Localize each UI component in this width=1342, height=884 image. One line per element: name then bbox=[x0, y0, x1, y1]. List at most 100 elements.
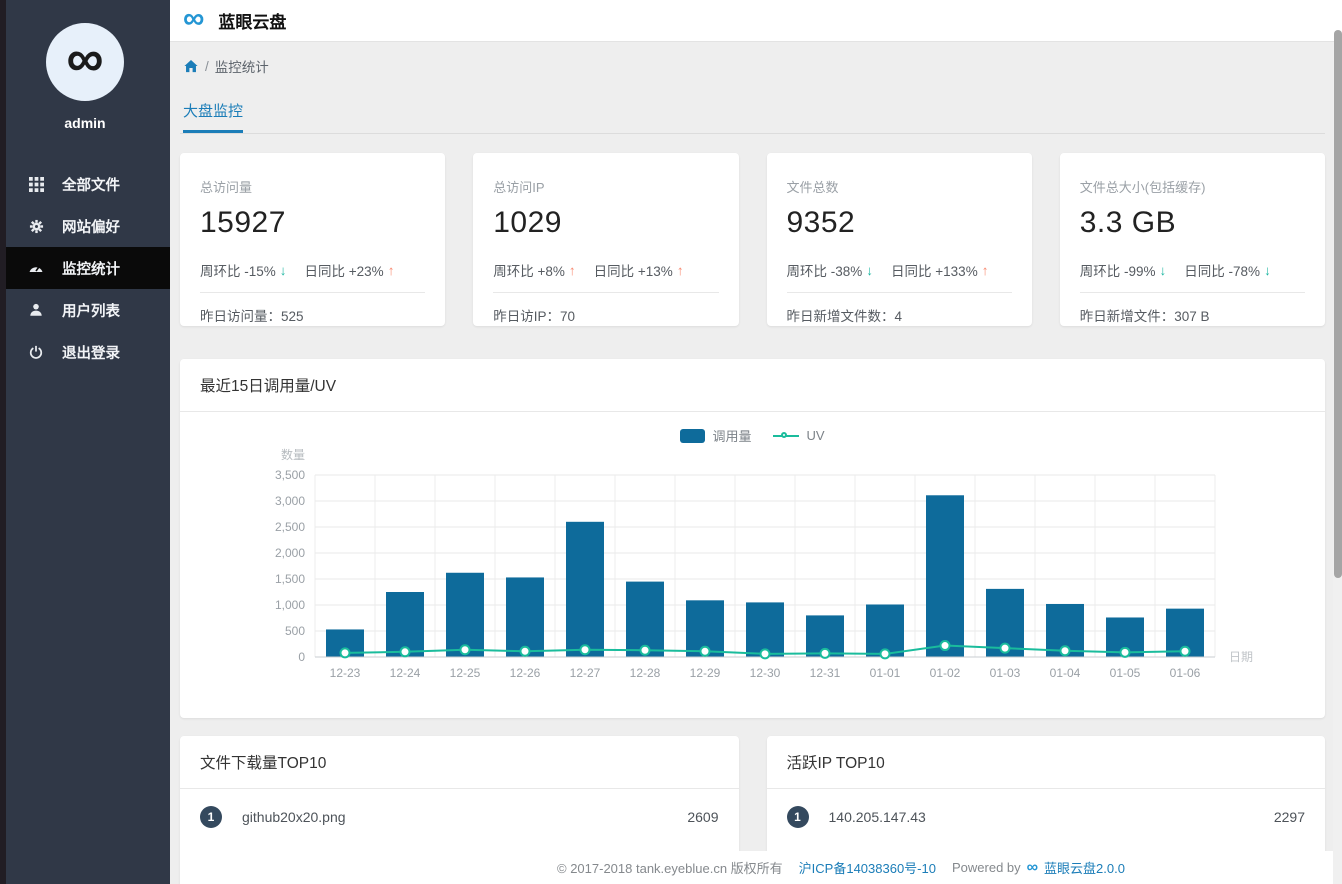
svg-text:01-04: 01-04 bbox=[1050, 666, 1081, 680]
stat-title: 文件总大小(包括缓存) bbox=[1079, 180, 1206, 195]
breadcrumb-separator: / bbox=[205, 58, 209, 74]
grid-icon bbox=[28, 176, 44, 192]
visit-count: 2297 bbox=[1273, 809, 1305, 825]
svg-text:2,000: 2,000 bbox=[275, 546, 305, 560]
stat-card-total-ip: 总访问IP 1029 周环比 +8% ↑ 日同比 +13% ↑ 昨日访IP：70 bbox=[473, 153, 739, 326]
trend-down-icon: ↓ bbox=[1264, 262, 1271, 278]
chart-title: 最近15日调用量/UV bbox=[180, 359, 1325, 412]
stat-title: 文件总数 bbox=[786, 180, 839, 195]
svg-text:2,500: 2,500 bbox=[275, 520, 305, 534]
header: ∞ 蓝眼云盘 bbox=[170, 0, 1342, 42]
legend-item-uv[interactable]: UV bbox=[773, 428, 825, 443]
svg-text:12-24: 12-24 bbox=[390, 666, 421, 680]
powered-by-text: Powered by bbox=[951, 860, 1021, 875]
sidebar-item-all-files[interactable]: 全部文件 bbox=[0, 163, 170, 205]
stat-title: 总访问量 bbox=[200, 180, 253, 195]
svg-text:12-23: 12-23 bbox=[330, 666, 361, 680]
ip-address: 140.205.147.43 bbox=[828, 809, 926, 825]
svg-text:12-25: 12-25 bbox=[450, 666, 481, 680]
trend-down-icon: ↓ bbox=[866, 262, 874, 278]
file-name: github20x20.png bbox=[242, 809, 346, 825]
sidebar-item-label: 退出登录 bbox=[62, 345, 120, 362]
stat-footer: 昨日访IP：70 bbox=[493, 309, 576, 324]
trend-down-icon: ↓ bbox=[279, 262, 287, 278]
stat-value: 3.3 GB bbox=[1079, 206, 1177, 239]
list-item: 1 140.205.147.43 2297 bbox=[767, 789, 1326, 845]
power-icon bbox=[28, 344, 44, 360]
trend-down-icon: ↓ bbox=[1159, 262, 1167, 278]
rank-badge: 1 bbox=[200, 806, 222, 828]
stat-title: 总访问IP bbox=[493, 180, 545, 195]
trend-up-icon: ↑ bbox=[387, 262, 395, 278]
sidebar-item-label: 网站偏好 bbox=[62, 219, 120, 236]
svg-text:1,500: 1,500 bbox=[275, 572, 305, 586]
footer-logo-icon: ∞ bbox=[1026, 858, 1039, 876]
dashboard-icon bbox=[28, 260, 44, 276]
rank-badge: 1 bbox=[786, 806, 809, 828]
svg-text:数量: 数量 bbox=[281, 447, 305, 462]
svg-text:0: 0 bbox=[298, 650, 305, 664]
scrollbar-track[interactable] bbox=[1333, 30, 1342, 884]
sidebar-item-users[interactable]: 用户列表 bbox=[0, 289, 170, 331]
bar-line-chart[interactable]: 0 500 1,000 1,500 2,000 2,500 3,000 3,500 数量日期 12… bbox=[180, 445, 1325, 695]
svg-text:12-27: 12-27 bbox=[570, 666, 601, 680]
svg-text:12-30: 12-30 bbox=[750, 666, 781, 680]
legend-item-calls[interactable]: 调用量 bbox=[680, 426, 751, 445]
day-trend: 日同比 -78% ↓ bbox=[1184, 262, 1271, 280]
sidebar-item-logout[interactable]: 退出登录 bbox=[0, 331, 170, 373]
sidebar-item-label: 全部文件 bbox=[62, 177, 120, 194]
svg-text:01-06: 01-06 bbox=[1170, 666, 1201, 680]
tab-dashboard-monitor[interactable]: 大盘监控 bbox=[183, 100, 244, 133]
sidebar-menu: 全部文件 网站偏好 监控统计 用户列表 退出登录 bbox=[0, 163, 170, 373]
app-logo-icon[interactable]: ∞ bbox=[183, 3, 204, 34]
gear-icon bbox=[28, 218, 44, 234]
stat-cards-row: 总访问量 15927 周环比 -15% ↓ 日同比 +23% ↑ 昨日访问量：525… bbox=[180, 153, 1325, 326]
sidebar-item-label: 用户列表 bbox=[62, 303, 120, 320]
product-link[interactable]: 蓝眼云盘2.0.0 bbox=[1044, 858, 1125, 877]
svg-text:3,500: 3,500 bbox=[275, 468, 305, 482]
svg-text:01-01: 01-01 bbox=[870, 666, 901, 680]
stat-card-total-files: 文件总数 9352 周环比 -38% ↓ 日同比 +133% ↑ 昨日新增文件数：4 bbox=[766, 153, 1032, 326]
day-trend: 日同比 +13% ↑ bbox=[593, 262, 684, 280]
home-icon[interactable] bbox=[183, 59, 199, 74]
stat-footer: 昨日新增文件数：4 bbox=[786, 309, 903, 324]
svg-text:12-29: 12-29 bbox=[690, 666, 721, 680]
stat-footer: 昨日访问量：525 bbox=[200, 309, 304, 324]
sidebar-item-preferences[interactable]: 网站偏好 bbox=[0, 205, 170, 247]
sidebar: ∞ admin 全部文件 网站偏好 监控统计 用户列表 退出登录 bbox=[0, 0, 170, 884]
svg-text:01-05: 01-05 bbox=[1110, 666, 1141, 680]
scrollbar-thumb[interactable] bbox=[1334, 30, 1342, 578]
trend-up-icon: ↑ bbox=[676, 262, 684, 278]
svg-text:3,000: 3,000 bbox=[275, 494, 305, 508]
week-trend: 周环比 +8% ↑ bbox=[493, 262, 576, 280]
stat-card-total-visits: 总访问量 15927 周环比 -15% ↓ 日同比 +23% ↑ 昨日访问量：525 bbox=[180, 153, 446, 326]
icp-link[interactable]: 沪ICP备14038360号-10 bbox=[799, 858, 936, 877]
download-count: 2609 bbox=[687, 809, 719, 825]
week-trend: 周环比 -15% ↓ bbox=[200, 262, 287, 280]
avatar[interactable]: ∞ bbox=[46, 23, 124, 101]
stat-card-total-size: 文件总大小(包括缓存) 3.3 GB 周环比 -99% ↓ 日同比 -78% ↓ 昨… bbox=[1059, 153, 1325, 326]
footer: © 2017-2018 tank.eyeblue.cn 版权所有 沪ICP备14… bbox=[340, 851, 1342, 884]
sidebar-item-label: 监控统计 bbox=[62, 261, 120, 278]
day-trend: 日同比 +23% ↑ bbox=[304, 262, 395, 280]
breadcrumb: / 监控统计 bbox=[183, 56, 1325, 76]
svg-text:01-02: 01-02 bbox=[930, 666, 961, 680]
sidebar-item-monitor[interactable]: 监控统计 bbox=[0, 247, 170, 289]
trend-up-icon: ↑ bbox=[981, 262, 989, 278]
top-downloads-title: 文件下载量TOP10 bbox=[180, 736, 739, 789]
active-ip-title: 活跃IP TOP10 bbox=[766, 736, 1325, 789]
svg-text:日期: 日期 bbox=[1229, 650, 1253, 664]
svg-text:01-03: 01-03 bbox=[990, 666, 1021, 680]
logo-icon: ∞ bbox=[66, 30, 104, 88]
week-trend: 周环比 -99% ↓ bbox=[1079, 262, 1167, 280]
chart-legend: 调用量 UV bbox=[180, 426, 1325, 445]
username: admin bbox=[64, 115, 106, 131]
breadcrumb-current: 监控统计 bbox=[214, 60, 269, 75]
day-trend: 日同比 +133% ↑ bbox=[891, 262, 989, 280]
trend-up-icon: ↑ bbox=[568, 262, 576, 278]
line-swatch-icon bbox=[773, 431, 800, 438]
svg-text:12-26: 12-26 bbox=[510, 666, 541, 680]
chart-card: 最近15日调用量/UV 调用量 UV 0 500 1,000 1,500 2,000 2,… bbox=[180, 359, 1325, 718]
svg-text:12-28: 12-28 bbox=[630, 666, 661, 680]
user-icon bbox=[28, 302, 44, 318]
